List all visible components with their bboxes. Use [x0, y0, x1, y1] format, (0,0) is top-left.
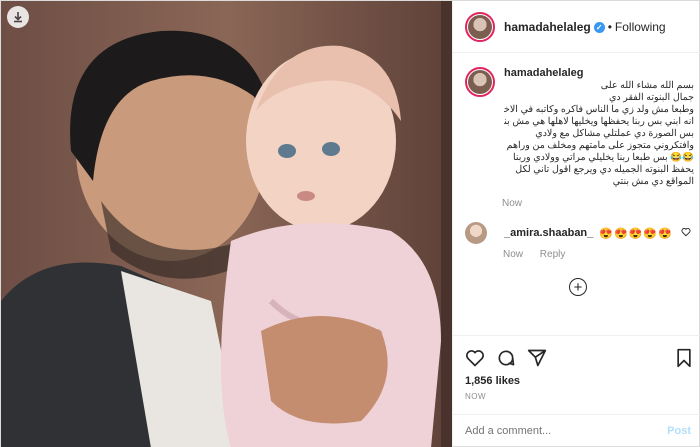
likes-count[interactable]: 1,856 likes [465, 375, 520, 387]
following-button[interactable]: Following [615, 20, 666, 34]
caption: hamadahelaleg بسم الله مشاء الله على جما… [465, 67, 695, 209]
instagram-post: hamadahelaleg ✓ • Following hamadahelaleg… [0, 0, 700, 447]
caption-line: يحفظ البنوته الجميله دي ويرجع اقول تاني … [515, 164, 694, 175]
load-more-comments-button[interactable]: + [569, 278, 587, 296]
author-avatar[interactable] [465, 11, 495, 42]
caption-line: بس الصورة دي عملتلي مشاكل مع ولادي [535, 128, 694, 139]
post-comment-button[interactable]: Post [667, 425, 691, 437]
download-icon [14, 12, 22, 23]
caption-line: 😂😂 بس طبعا ربنا يخليلي مراتي وولادي وربن… [512, 152, 694, 163]
comment-like-icon[interactable] [681, 227, 691, 237]
comment-meta: Now Reply [503, 249, 565, 260]
caption-username[interactable]: hamadahelaleg [504, 67, 694, 79]
comment-time[interactable]: Now [503, 249, 523, 260]
post-timestamp[interactable]: NOW [465, 392, 486, 401]
add-comment-input[interactable] [465, 425, 645, 437]
caption-line: جمال البنوته الفقر دي [608, 92, 694, 103]
reply-button[interactable]: Reply [540, 249, 566, 260]
header-separator: • [607, 19, 612, 34]
commenter-avatar[interactable] [465, 222, 487, 244]
bookmark-icon[interactable] [675, 348, 693, 368]
caption-line: بسم الله مشاء الله على [600, 80, 694, 91]
caption-line: وافتكروني متجوز على مامتهم ومخلف من وراه… [506, 140, 694, 151]
action-bar [453, 335, 700, 377]
download-badge[interactable] [7, 6, 29, 28]
post-photo[interactable] [1, 1, 452, 447]
author-username[interactable]: hamadahelaleg ✓ [504, 20, 605, 34]
heart-icon[interactable] [465, 348, 485, 368]
comment-row: _amira.shaaban_ 😍😍😍😍😍 [465, 222, 695, 244]
caption-text: بسم الله مشاء الله على جمال البنوته الفق… [504, 80, 694, 188]
add-comment-bar: Post [453, 414, 700, 447]
post-header: hamadahelaleg ✓ • Following [453, 1, 700, 53]
caption-line: المواقع دي مش بنتي [612, 176, 694, 187]
photo-illustration [1, 1, 452, 447]
caption-time[interactable]: Now [502, 198, 695, 209]
post-side-panel: hamadahelaleg ✓ • Following hamadahelaleg… [452, 1, 700, 447]
caption-line: وطبعا مش ولد زي ما الناس فاكره وكاتبه في… [504, 104, 694, 115]
comment-text: 😍😍😍😍😍 [599, 227, 673, 240]
verified-badge-icon: ✓ [593, 21, 605, 33]
author-username-text[interactable]: hamadahelaleg [504, 20, 591, 34]
comment-icon[interactable] [496, 348, 516, 368]
caption-avatar[interactable] [465, 67, 495, 97]
commenter-username[interactable]: _amira.shaaban_ [504, 227, 593, 239]
share-icon[interactable] [527, 348, 547, 368]
caption-line: انه ابني بس ربنا يحفظها ويخليها لاهلها ه… [504, 116, 694, 127]
